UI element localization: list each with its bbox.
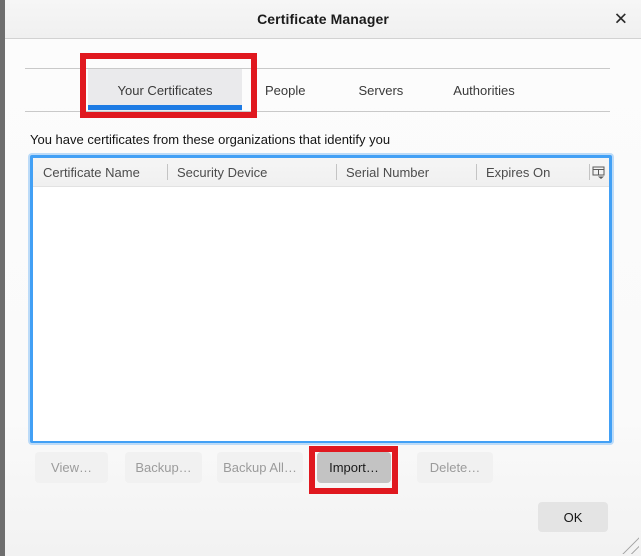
tab-your-certificates-label: Your Certificates bbox=[118, 83, 213, 98]
backup-button[interactable]: Backup… bbox=[125, 452, 202, 483]
window-resize-grip[interactable] bbox=[620, 535, 639, 554]
tab-authorities[interactable]: Authorities bbox=[453, 69, 514, 111]
tab-people-label: People bbox=[265, 83, 305, 98]
tab-your-certificates[interactable]: Your Certificates bbox=[88, 69, 242, 111]
column-header-expires-on[interactable]: Expires On bbox=[476, 158, 589, 186]
action-button-row: View… Backup… Backup All… Import… Delete… bbox=[35, 452, 493, 483]
tab-servers[interactable]: Servers bbox=[358, 69, 403, 111]
tab-description: You have certificates from these organiz… bbox=[30, 132, 390, 147]
ok-button[interactable]: OK bbox=[538, 502, 608, 532]
tab-strip: Your Certificates People Servers Authori… bbox=[25, 68, 610, 112]
tab-authorities-label: Authorities bbox=[453, 83, 514, 98]
certificate-list-body[interactable] bbox=[33, 187, 609, 441]
tab-people[interactable]: People bbox=[265, 69, 305, 111]
column-header-serial-number[interactable]: Serial Number bbox=[336, 158, 476, 186]
dialog-title: Certificate Manager bbox=[257, 11, 389, 27]
tab-servers-label: Servers bbox=[358, 83, 403, 98]
delete-button[interactable]: Delete… bbox=[417, 452, 493, 483]
certificate-manager-dialog: Certificate Manager ✕ Your Certificates … bbox=[5, 0, 641, 556]
column-header-certificate-name[interactable]: Certificate Name bbox=[33, 158, 167, 186]
backup-all-button[interactable]: Backup All… bbox=[217, 452, 303, 483]
column-picker-icon bbox=[592, 166, 606, 179]
column-header-security-device[interactable]: Security Device bbox=[167, 158, 336, 186]
certificate-manager-screenshot: Certificate Manager ✕ Your Certificates … bbox=[0, 0, 641, 556]
view-button[interactable]: View… bbox=[35, 452, 108, 483]
certificate-table: Certificate Name Security Device Serial … bbox=[30, 155, 612, 443]
certificate-table-header: Certificate Name Security Device Serial … bbox=[33, 158, 609, 187]
column-picker-button[interactable] bbox=[589, 158, 609, 186]
dialog-titlebar: Certificate Manager ✕ bbox=[5, 0, 641, 39]
import-button[interactable]: Import… bbox=[317, 452, 391, 483]
close-icon[interactable]: ✕ bbox=[614, 11, 628, 28]
